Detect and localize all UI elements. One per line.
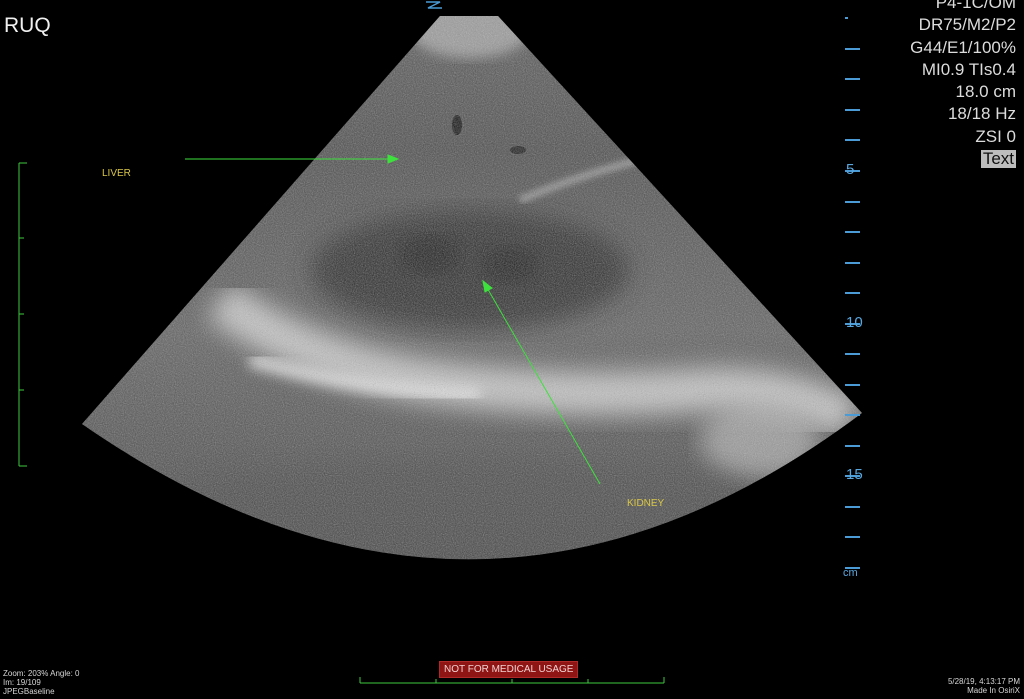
- depth-scale-ticks: [845, 17, 860, 569]
- ultrasound-scene: [18, 1, 862, 684]
- param-dynamic-range: DR75/M2/P2: [918, 15, 1016, 35]
- scanner-parameters: P4-1C/OM DR75/M2/P2 G44/E1/100% MI0.9 TI…: [910, 0, 1016, 170]
- liver-annotation: LIVER: [102, 168, 131, 179]
- depth-label-5: 5: [846, 161, 855, 178]
- text-badge[interactable]: Text: [980, 150, 1016, 169]
- param-gain: G44/E1/100%: [910, 37, 1016, 57]
- param-frame-rate: 18/18 Hz: [947, 104, 1016, 124]
- timestamp: 5/28/19, 4:13:17 PM: [947, 677, 1020, 686]
- kidney-annotation: KIDNEY: [627, 498, 665, 509]
- ultrasound-fan: [82, 16, 862, 560]
- param-probe: P4-1C/OM: [935, 0, 1016, 12]
- compression-info: JPEGBaseline: [3, 687, 55, 696]
- made-in-osirix: Made In OsiriX: [967, 686, 1020, 695]
- depth-label-15: 15: [846, 466, 863, 483]
- param-mechanical-index: MI0.9 TIs0.4: [921, 59, 1016, 79]
- image-info: Zoom: 203% Angle: 0 Im: 19/109 JPEGBasel…: [3, 669, 80, 696]
- image-index-info: Im: 19/109: [3, 678, 41, 687]
- not-for-medical-usage-warning: NOT FOR MEDICAL USAGE: [439, 661, 579, 678]
- param-depth: 18.0 cm: [955, 82, 1016, 102]
- left-scale-bar: [18, 162, 27, 467]
- zoom-angle-info: Zoom: 203% Angle: 0: [3, 669, 80, 678]
- probe-marker-icon: [426, 1, 442, 9]
- timestamp-info: 5/28/19, 4:13:17 PM Made In OsiriX: [948, 677, 1020, 695]
- depth-unit: cm: [843, 567, 858, 579]
- view-label: RUQ: [4, 14, 51, 37]
- depth-label-10: 10: [846, 314, 863, 331]
- param-zsi: ZSI 0: [975, 126, 1016, 146]
